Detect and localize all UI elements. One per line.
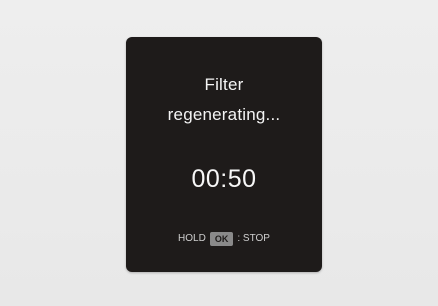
status-title-line-1: Filter (204, 75, 244, 94)
hint-stop-text: : STOP (237, 233, 270, 244)
hint-hold-text: HOLD (178, 233, 206, 244)
stop-hint: HOLD OK : STOP (126, 231, 322, 247)
ok-key-badge: OK (209, 232, 234, 246)
status-title-line-2: regenerating... (167, 105, 281, 124)
countdown-timer: 00:50 (191, 165, 257, 193)
device-display-panel: Filter regenerating... 00:50 HOLD OK : S… (126, 37, 322, 272)
